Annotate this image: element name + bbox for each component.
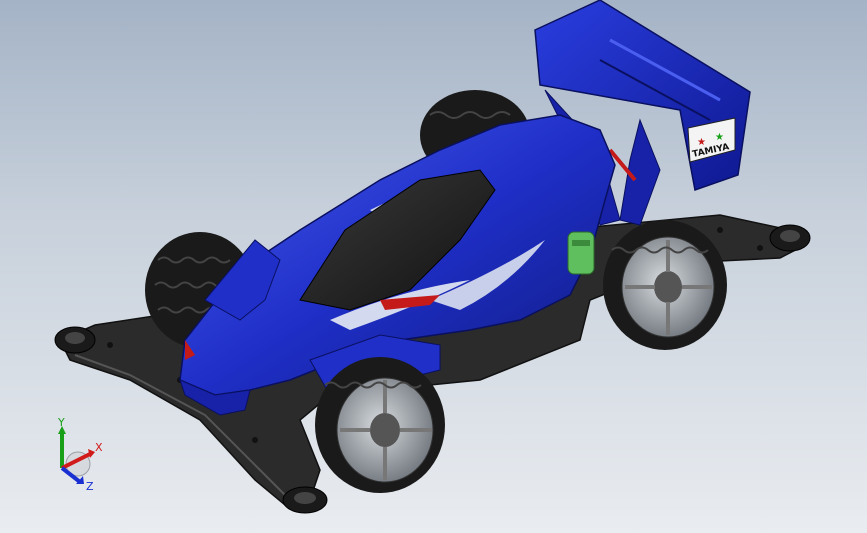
wheel-front-right (315, 357, 445, 493)
front-roller-left (54, 326, 96, 354)
rear-roller-right (769, 224, 811, 252)
mini-4wd-car-model[interactable]: ★ ★ TAMIYA (0, 0, 867, 533)
z-axis-label: Z (86, 480, 94, 493)
front-roller-bottom (282, 486, 328, 514)
y-axis-label: Y (57, 418, 65, 429)
x-axis-label: X (95, 441, 103, 454)
orientation-triad[interactable]: Y X Z (40, 418, 110, 498)
svg-text:★: ★ (715, 132, 724, 143)
wheel-rear-right (603, 220, 727, 350)
motor (567, 231, 595, 275)
wing-strut-right (619, 118, 661, 226)
cad-viewport[interactable]: ★ ★ TAMIYA Y X Z (0, 0, 867, 533)
svg-text:★: ★ (697, 137, 706, 148)
